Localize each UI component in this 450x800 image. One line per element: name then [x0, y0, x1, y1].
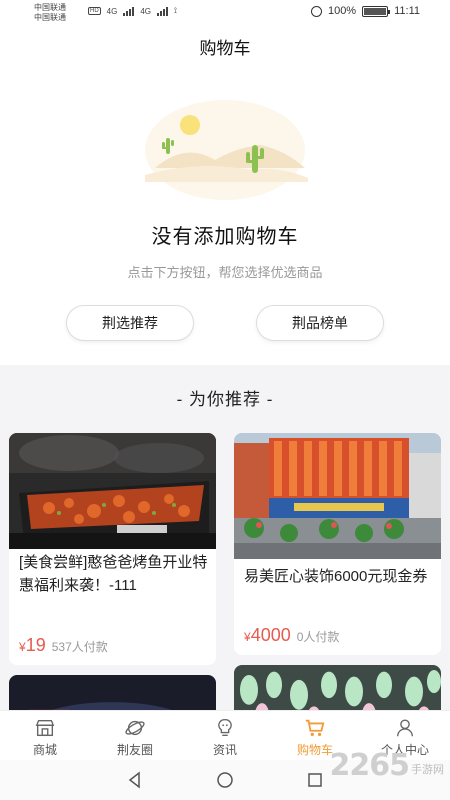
user-icon — [396, 719, 414, 737]
clock: 11:11 — [394, 5, 420, 17]
battery-percent: 100% — [327, 5, 357, 17]
net-type-1: 4G — [106, 6, 118, 16]
hd-badge: HD — [88, 7, 101, 15]
status-bar: 中国联通 中国联通 HD 4G 4G ⟟ 100% 11:11 — [0, 0, 450, 26]
product-ranking-button[interactable]: 荆品榜单 — [256, 305, 384, 341]
recommend-section: - 为你推荐 - [美食尝鲜]憨爸爸烤鱼开业特惠福利来袭！-111 ¥19 53… — [0, 365, 450, 710]
price: ¥4000 — [244, 625, 291, 646]
carrier-info: 中国联通 中国联通 — [34, 3, 66, 23]
product-name: [美食尝鲜]憨爸爸烤鱼开业特惠福利来袭！-111 — [19, 554, 208, 594]
tab-news[interactable]: 资讯 — [180, 711, 270, 760]
product-card-grilled-fish[interactable]: [美食尝鲜]憨爸爸烤鱼开业特惠福利来袭！-111 ¥19 537人付款 — [9, 433, 216, 665]
tab-friends[interactable]: 荆友圈 — [90, 711, 180, 760]
price-row: ¥4000 0人付款 — [244, 625, 339, 646]
tab-label: 购物车 — [296, 743, 333, 757]
status-right: 100% 11:11 — [310, 5, 420, 17]
store-icon — [35, 719, 55, 737]
tab-label: 荆友圈 — [116, 743, 153, 757]
product-card-partial[interactable] — [9, 675, 216, 710]
price: ¥19 — [19, 635, 46, 656]
tab-label: 资讯 — [212, 743, 237, 757]
tab-mall[interactable]: 商城 — [0, 711, 90, 760]
currency-symbol: ¥ — [244, 630, 251, 644]
decoration-store-image — [234, 433, 441, 559]
battery-icon — [362, 5, 391, 17]
signal-icon-2 — [157, 6, 169, 16]
page-title: 购物车 — [199, 39, 251, 58]
carrier-2: 中国联通 — [34, 13, 66, 22]
empty-cart-subtitle: 点击下方按钮，帮您选择优选商品 — [127, 265, 323, 280]
desert-cactus-illustration-icon — [145, 100, 308, 200]
curated-recommend-button[interactable]: 荆选推荐 — [66, 305, 194, 341]
signal-indicators: HD 4G 4G ⟟ — [88, 6, 177, 16]
recommend-title: - 为你推荐 - — [176, 390, 274, 409]
signal-icon — [123, 6, 135, 16]
tab-label: 商城 — [32, 743, 57, 757]
carrier-1: 中国联通 — [34, 3, 66, 12]
planet-icon — [125, 720, 145, 736]
currency-symbol: ¥ — [19, 640, 26, 654]
net-type-2: 4G — [140, 6, 152, 16]
watermark-number: 2265 — [329, 748, 410, 783]
usb-icon: ⟟ — [174, 6, 177, 15]
watermark-text: 手游网 — [411, 764, 444, 776]
product-name: 易美匠心装饰6000元现金券 — [244, 568, 428, 585]
empty-cart-title: 没有添加购物车 — [151, 226, 299, 248]
product-image — [234, 665, 441, 710]
bulb-icon — [218, 719, 232, 737]
price-row: ¥19 537人付款 — [19, 635, 108, 656]
site-watermark: 2265 手游网 — [330, 748, 445, 783]
cart-icon — [305, 719, 325, 737]
sold-count: 0人付款 — [296, 630, 340, 644]
recents-icon[interactable] — [306, 771, 324, 789]
product-card-partial[interactable] — [234, 665, 441, 710]
back-icon[interactable] — [126, 771, 144, 789]
grilled-fish-image — [9, 433, 216, 549]
sold-count: 537人付款 — [51, 640, 108, 654]
product-card-decoration-coupon[interactable]: 易美匠心装饰6000元现金券 ¥4000 0人付款 — [234, 433, 441, 655]
price-value: 4000 — [250, 625, 291, 645]
product-image — [9, 675, 216, 710]
alarm-icon — [310, 5, 322, 17]
price-value: 19 — [25, 635, 46, 655]
home-icon[interactable] — [216, 771, 234, 789]
